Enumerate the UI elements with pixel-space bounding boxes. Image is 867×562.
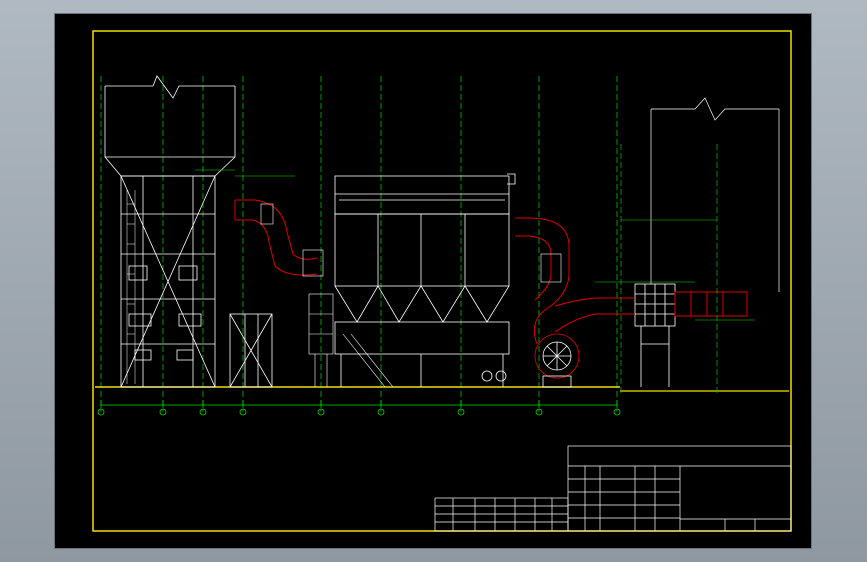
- duct-2: [515, 217, 611, 345]
- silo-structure: [104, 75, 236, 388]
- dust-collector: [334, 173, 516, 387]
- duct-3: [611, 291, 748, 317]
- top-dimensions: [195, 169, 755, 321]
- stack-outline: [650, 97, 780, 292]
- grid-bubbles: [97, 408, 621, 416]
- drawing-frame: [92, 30, 792, 532]
- fan-unit: [481, 333, 580, 388]
- title-block: [434, 445, 792, 532]
- silo-ladder: [126, 190, 136, 384]
- bottom-dimension-line: [100, 400, 618, 408]
- grid-lines: [100, 76, 618, 412]
- duct-1: [234, 199, 324, 277]
- support-frame: [229, 313, 273, 388]
- collector-stairs: [308, 293, 394, 388]
- cad-viewport[interactable]: [0, 0, 867, 562]
- drawing-sheet: [55, 14, 811, 548]
- cad-drawing: [92, 30, 792, 532]
- heat-exchanger: [634, 283, 676, 387]
